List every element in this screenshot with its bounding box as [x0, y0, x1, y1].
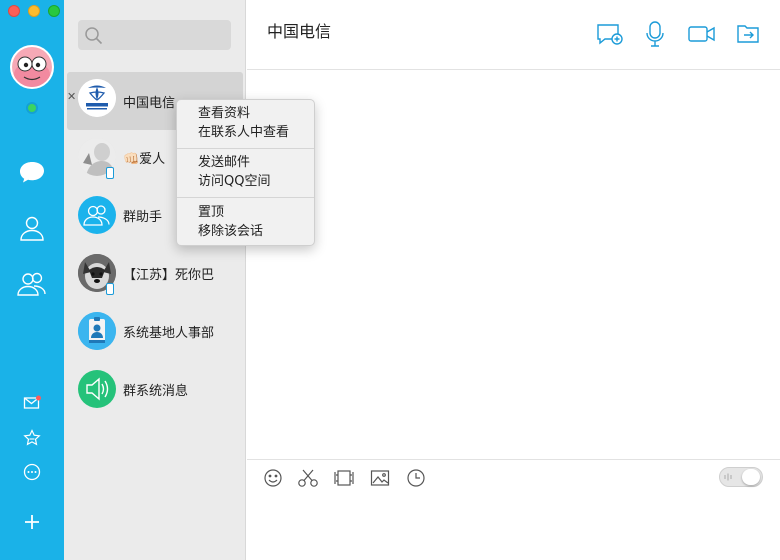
mobile-online-icon	[106, 167, 114, 179]
minimize-window-button[interactable]	[28, 5, 40, 17]
sound-wave-icon	[723, 471, 737, 487]
clock-icon[interactable]	[405, 467, 427, 489]
menu-item-view-profile[interactable]: 查看资料	[198, 104, 250, 123]
left-rail	[0, 0, 64, 560]
more-icon[interactable]	[20, 460, 44, 484]
mobile-online-icon	[106, 283, 114, 295]
image-icon[interactable]	[369, 467, 391, 489]
toggle-knob[interactable]	[742, 469, 760, 485]
add-icon[interactable]	[20, 510, 44, 534]
user-avatar[interactable]	[10, 45, 54, 89]
menu-item-visit-qzone[interactable]: 访问QQ空间	[198, 172, 270, 191]
conversation-name: 系统基地人事部	[123, 326, 215, 341]
close-conversation-icon[interactable]: ✕	[67, 90, 76, 103]
group-assistant-icon	[78, 196, 116, 234]
menu-item-view-in-contacts[interactable]: 在联系人中查看	[198, 123, 289, 142]
menu-separator	[177, 197, 314, 198]
favorites-icon[interactable]	[20, 426, 44, 450]
emoji-icon[interactable]	[262, 467, 284, 489]
contacts-icon[interactable]	[14, 212, 50, 244]
menu-item-send-email[interactable]: 发送邮件	[198, 153, 250, 172]
speaker-icon	[78, 370, 116, 408]
microphone-icon[interactable]	[639, 20, 671, 48]
conversation-name: 群系统消息	[123, 384, 189, 399]
search-icon	[84, 26, 104, 50]
mail-icon[interactable]	[20, 391, 44, 415]
id-badge-icon	[78, 312, 116, 350]
conversation-name: 👊🏻爱人	[123, 152, 166, 167]
groups-icon[interactable]	[14, 268, 50, 300]
add-chat-icon[interactable]	[594, 20, 626, 48]
conversation-list: ✕ 中国电信 👊🏻爱人 群助手 【江苏】死你巴 系统基地人事部 群系统消息	[64, 0, 246, 560]
conversation-item[interactable]: 系统基地人事部	[64, 302, 246, 360]
scissors-icon[interactable]	[297, 467, 319, 489]
china-telecom-logo	[78, 79, 116, 117]
conversation-name: 【江苏】死你巴	[123, 268, 215, 283]
search-input[interactable]	[78, 20, 231, 50]
conversation-item[interactable]: 群系统消息	[64, 360, 246, 418]
voice-toggle-switch[interactable]	[719, 467, 763, 487]
chat-title: 中国电信	[267, 22, 332, 41]
menu-item-remove-conversation[interactable]: 移除该会话	[198, 222, 263, 241]
conversation-name: 群助手	[123, 210, 163, 225]
online-status-dot[interactable]	[26, 102, 38, 114]
conversation-item[interactable]: 【江苏】死你巴	[64, 244, 246, 302]
film-icon[interactable]	[333, 467, 355, 489]
video-camera-icon[interactable]	[686, 20, 718, 48]
menu-separator	[177, 148, 314, 149]
zoom-window-button[interactable]	[48, 5, 60, 17]
share-screen-icon[interactable]	[732, 20, 764, 48]
conversation-name: 中国电信	[123, 96, 176, 111]
menu-item-pin-to-top[interactable]: 置顶	[198, 203, 224, 222]
context-menu: 查看资料 在联系人中查看 发送邮件 访问QQ空间 置顶 移除该会话	[176, 99, 315, 246]
close-window-button[interactable]	[8, 5, 20, 17]
message-composer[interactable]	[247, 459, 780, 560]
chat-bubble-icon[interactable]	[14, 156, 50, 188]
